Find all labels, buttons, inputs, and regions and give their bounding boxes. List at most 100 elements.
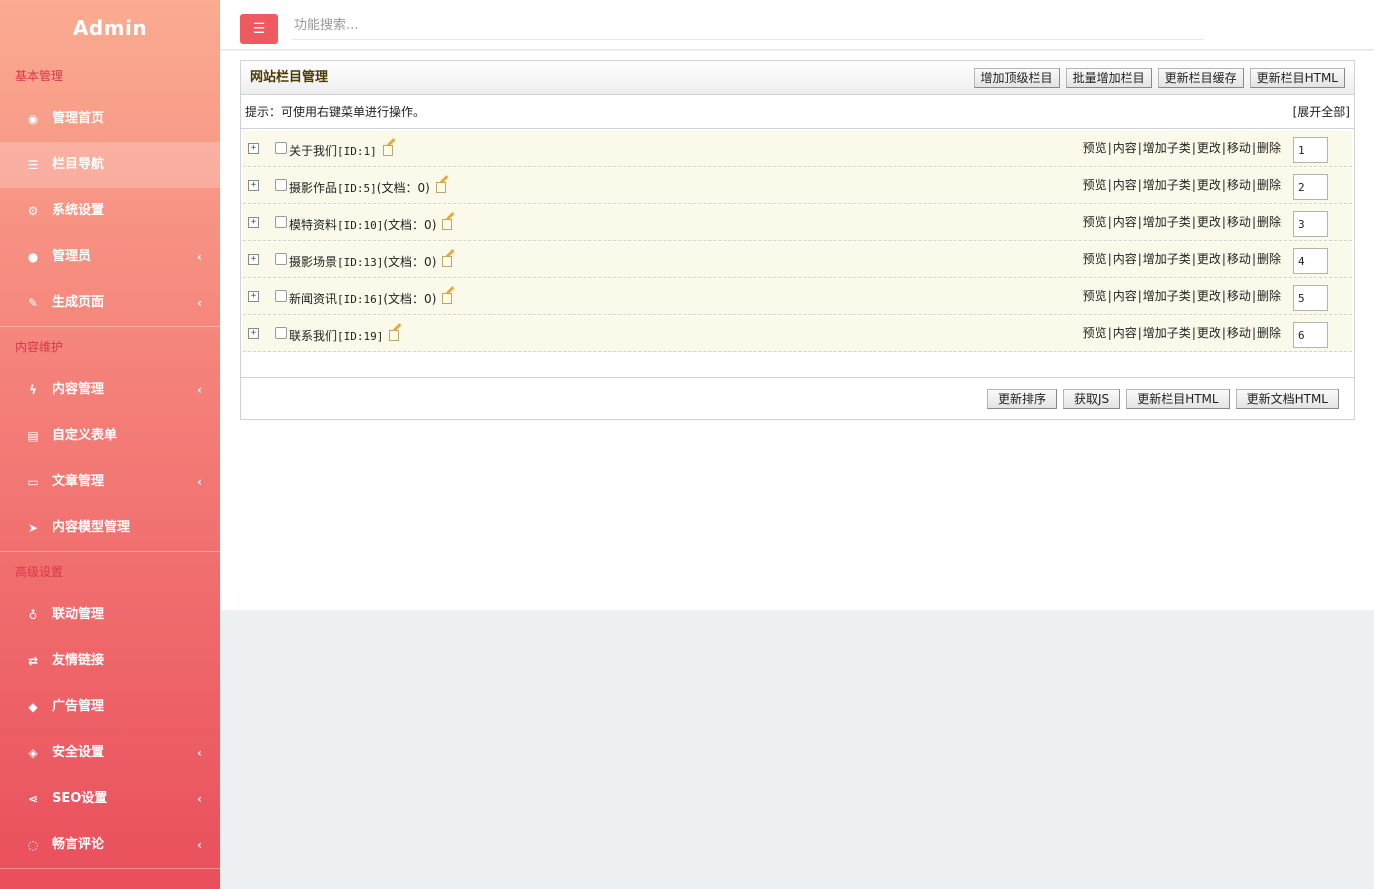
sort-order-input[interactable]	[1293, 285, 1328, 311]
row-action-link[interactable]: 内容	[1113, 215, 1137, 229]
row-action-link[interactable]: 更改	[1197, 289, 1221, 303]
menu-toggle-button[interactable]: ☰	[240, 14, 278, 44]
row-action-link[interactable]: 预览	[1083, 215, 1107, 229]
sidebar-item[interactable]: ◌ 畅言评论 ‹	[0, 822, 220, 868]
sidebar-item[interactable]: ϟ 内容管理 ‹	[0, 367, 220, 413]
sidebar-item[interactable]: ◉ 管理首页	[0, 96, 220, 142]
category-doc-count: (文档：0)	[376, 181, 430, 195]
category-doc-count: (文档：0)	[383, 255, 437, 269]
row-action-link[interactable]: 增加子类	[1143, 252, 1191, 266]
function-search-input[interactable]	[292, 12, 1204, 40]
sidebar-item[interactable]: ▭ 文章管理 ‹	[0, 459, 220, 505]
sidebar-item[interactable]: ♁ 联动管理	[0, 592, 220, 638]
chevron-left-icon: ‹	[197, 250, 202, 264]
sidebar-item[interactable]: ✎ 生成页面 ‹	[0, 280, 220, 326]
header-action-button[interactable]: 批量增加栏目	[1065, 68, 1152, 88]
header-action-button[interactable]: 增加顶级栏目	[973, 68, 1060, 88]
row-action-link[interactable]: 移动	[1227, 289, 1251, 303]
sidebar-item[interactable]: ☰ 栏目导航	[0, 142, 220, 188]
row-action-link[interactable]: 增加子类	[1143, 215, 1191, 229]
row-action-link[interactable]: 删除	[1257, 141, 1281, 155]
row-action-link[interactable]: 增加子类	[1143, 326, 1191, 340]
category-title: 关于我们	[289, 144, 338, 158]
row-action-link[interactable]: 更改	[1197, 178, 1221, 192]
category-checkbox[interactable]	[275, 179, 287, 191]
row-action-link[interactable]: 内容	[1113, 178, 1137, 192]
row-action-link[interactable]: 移动	[1227, 252, 1251, 266]
footer-action-button[interactable]: 更新栏目HTML	[1126, 389, 1230, 409]
expand-tree-icon[interactable]: +	[248, 143, 259, 154]
row-action-link[interactable]: 更改	[1197, 215, 1221, 229]
category-checkbox[interactable]	[275, 253, 287, 265]
row-action-link[interactable]: 更改	[1197, 141, 1221, 155]
category-name[interactable]: 联系我们[ID:19]	[289, 316, 402, 357]
row-action-link[interactable]: 移动	[1227, 141, 1251, 155]
sidebar-item[interactable]: ➤ 内容模型管理	[0, 505, 220, 551]
expand-tree-icon[interactable]: +	[248, 328, 259, 339]
sort-order-input[interactable]	[1293, 322, 1328, 348]
row-action-link[interactable]: 预览	[1083, 326, 1107, 340]
footer-action-button[interactable]: 更新文档HTML	[1235, 389, 1339, 409]
header-action-button[interactable]: 更新栏目缓存	[1157, 68, 1244, 88]
sort-order-input[interactable]	[1293, 174, 1328, 200]
sort-order-input[interactable]	[1293, 137, 1328, 163]
category-name[interactable]: 关于我们[ID:1]	[289, 131, 396, 172]
row-action-link[interactable]: 预览	[1083, 141, 1107, 155]
row-action-link[interactable]: 移动	[1227, 215, 1251, 229]
sidebar-item[interactable]: ▤ 自定义表单	[0, 413, 220, 459]
row-action-link[interactable]: 内容	[1113, 141, 1137, 155]
row-action-link[interactable]: 删除	[1257, 252, 1281, 266]
sidebar-item[interactable]: ◈ 安全设置 ‹	[0, 730, 220, 776]
header-action-button[interactable]: 更新栏目HTML	[1249, 68, 1345, 88]
row-action-link[interactable]: 删除	[1257, 289, 1281, 303]
chevron-left-icon: ‹	[197, 746, 202, 760]
footer-action-button[interactable]: 更新排序	[987, 389, 1058, 409]
row-action-link[interactable]: 增加子类	[1143, 178, 1191, 192]
category-checkbox[interactable]	[275, 290, 287, 302]
row-action-link[interactable]: 内容	[1113, 289, 1137, 303]
expand-tree-icon[interactable]: +	[248, 180, 259, 191]
cube-icon: ◆	[28, 700, 38, 714]
sidebar-item[interactable]: ⋖ SEO设置 ‹	[0, 776, 220, 822]
sidebar-item[interactable]: ⚙ 系统设置	[0, 188, 220, 234]
row-action-link[interactable]: 内容	[1113, 326, 1137, 340]
sort-order-input[interactable]	[1293, 248, 1328, 274]
edit-icon[interactable]	[442, 286, 455, 304]
category-name[interactable]: 新闻资讯[ID:16](文档：0)	[289, 279, 455, 320]
expand-tree-icon[interactable]: +	[248, 217, 259, 228]
row-action-link[interactable]: 删除	[1257, 215, 1281, 229]
sidebar-item[interactable]: ⇄ 友情链接	[0, 638, 220, 684]
bulb-icon: ♁	[28, 608, 38, 622]
category-name[interactable]: 摄影场景[ID:13](文档：0)	[289, 242, 455, 283]
row-action-link[interactable]: 移动	[1227, 178, 1251, 192]
row-action-link[interactable]: 增加子类	[1143, 289, 1191, 303]
expand-tree-icon[interactable]: +	[248, 291, 259, 302]
row-action-link[interactable]: 删除	[1257, 178, 1281, 192]
edit-icon[interactable]	[442, 212, 455, 230]
expand-tree-icon[interactable]: +	[248, 254, 259, 265]
row-action-link[interactable]: 增加子类	[1143, 141, 1191, 155]
category-checkbox[interactable]	[275, 327, 287, 339]
sort-order-input[interactable]	[1293, 211, 1328, 237]
category-checkbox[interactable]	[275, 216, 287, 228]
category-checkbox[interactable]	[275, 142, 287, 154]
category-name[interactable]: 摄影作品[ID:5](文档：0)	[289, 168, 449, 209]
edit-icon[interactable]	[382, 138, 396, 156]
row-action-link[interactable]: 预览	[1083, 178, 1107, 192]
row-action-link[interactable]: 更改	[1197, 326, 1221, 340]
row-action-link[interactable]: 内容	[1113, 252, 1137, 266]
row-action-link[interactable]: 删除	[1257, 326, 1281, 340]
sidebar-item[interactable]: ◆ 广告管理	[0, 684, 220, 730]
sidebar-item[interactable]: ● 管理员 ‹	[0, 234, 220, 280]
row-action-link[interactable]: 预览	[1083, 252, 1107, 266]
category-name[interactable]: 模特资料[ID:10](文档：0)	[289, 205, 455, 246]
edit-icon[interactable]	[435, 175, 449, 193]
edit-icon[interactable]	[389, 323, 402, 341]
row-action-link[interactable]: 预览	[1083, 289, 1107, 303]
footer-action-button[interactable]: 获取JS	[1063, 389, 1121, 409]
expand-all-link[interactable]: [展开全部]	[1293, 95, 1350, 129]
category-doc-count: (文档：0)	[383, 218, 437, 232]
row-action-link[interactable]: 更改	[1197, 252, 1221, 266]
edit-icon[interactable]	[442, 249, 455, 267]
row-action-link[interactable]: 移动	[1227, 326, 1251, 340]
